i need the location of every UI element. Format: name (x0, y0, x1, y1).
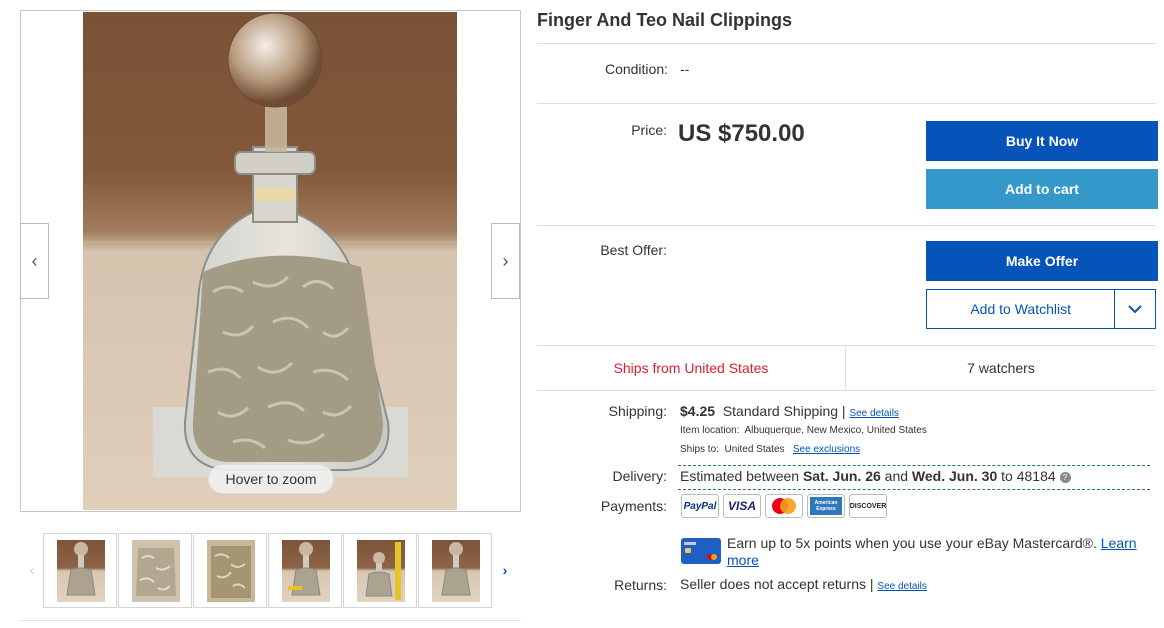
watchers-count: 7 watchers (967, 360, 1035, 376)
next-image-button[interactable]: › (491, 223, 520, 299)
thumbnail-2[interactable] (118, 533, 192, 608)
item-location-value: Albuquerque, New Mexico, United States (744, 425, 927, 436)
thumbnail-strip: ‹ › (20, 533, 521, 609)
main-product-photo[interactable] (83, 12, 457, 510)
thumbnail-image (357, 540, 405, 602)
thumb-prev-button[interactable]: ‹ (23, 555, 41, 585)
delivery-label: Delivery: (612, 468, 667, 484)
thumbnail-4[interactable] (268, 533, 342, 608)
payments-label: Payments: (600, 498, 667, 514)
thumb-next-button[interactable]: › (496, 555, 514, 585)
shipping-service: Standard Shipping | (722, 403, 846, 419)
ships-to-label: Ships to: (680, 444, 719, 455)
returns-policy: Seller does not accept returns | See det… (680, 576, 927, 592)
add-to-watchlist-button[interactable]: Add to Watchlist (927, 290, 1114, 328)
ebay-mastercard-icon (681, 538, 721, 564)
ships-to-value: United States (724, 444, 785, 455)
hover-to-zoom-label: Hover to zoom (208, 464, 334, 494)
thumbnail-1[interactable] (43, 533, 117, 608)
returns-policy-text: Seller does not accept returns | (680, 576, 874, 592)
shipping-cost: $4.25 (680, 403, 716, 419)
prev-image-button[interactable]: ‹ (20, 223, 49, 299)
chevron-left-icon: ‹ (31, 250, 38, 271)
chevron-down-icon (1128, 304, 1142, 313)
delivery-estimate: Estimated between Sat. Jun. 26 and Wed. … (680, 468, 1071, 484)
visa-icon: VISA (723, 494, 761, 518)
returns-see-details-link[interactable]: See details (877, 581, 926, 592)
divider (537, 225, 1156, 226)
dashed-divider (678, 489, 1150, 490)
image-gallery: ‹ › Hover to zoom (20, 10, 521, 512)
divider (537, 43, 1156, 44)
condition-label: Condition: (604, 61, 668, 77)
divider (537, 103, 1156, 104)
shipping-see-details-link[interactable]: See details (849, 408, 898, 419)
thumbnail-3[interactable] (193, 533, 267, 608)
item-price: US $750.00 (678, 120, 805, 147)
watchlist-dropdown-button[interactable] (1114, 290, 1155, 328)
returns-label: Returns: (614, 577, 667, 593)
watchlist-control: Add to Watchlist (926, 289, 1156, 329)
price-label: Price: (631, 122, 667, 138)
divider (20, 620, 521, 621)
delivery-zip: to 48184 (1001, 468, 1056, 484)
paypal-icon: PayPal (681, 494, 719, 518)
item-location: Item location: Albuquerque, New Mexico, … (680, 425, 927, 436)
chevron-left-icon: ‹ (29, 562, 35, 578)
chevron-right-icon: › (502, 562, 508, 578)
dashed-divider (678, 465, 1150, 466)
discover-icon: DISCOVER (849, 494, 887, 518)
shipping-line: $4.25 Standard Shipping | See details (680, 403, 899, 419)
ships-to: Ships to: United States See exclusions (680, 444, 860, 455)
thumbnail-image (57, 540, 105, 602)
thumbnail-6[interactable] (418, 533, 492, 608)
amex-icon: American Express (807, 494, 845, 518)
delivery-date-start: Sat. Jun. 26 (802, 468, 881, 484)
condition-value: -- (680, 61, 690, 77)
best-offer-label: Best Offer: (600, 242, 667, 258)
see-exclusions-link[interactable]: See exclusions (793, 444, 860, 455)
make-offer-button[interactable]: Make Offer (926, 241, 1158, 281)
chevron-right-icon: › (502, 250, 509, 271)
add-to-cart-button[interactable]: Add to cart (926, 169, 1158, 209)
ships-from-text: Ships from United States (537, 346, 846, 390)
delivery-and: and (884, 468, 909, 484)
mastercard-promo-text: Earn up to 5x points when you use your e… (727, 535, 1097, 551)
buy-it-now-button[interactable]: Buy It Now (926, 121, 1158, 161)
glass-bottle-image (153, 12, 408, 477)
mastercard-promo: Earn up to 5x points when you use your e… (727, 535, 1147, 569)
thumbnail-5[interactable] (343, 533, 417, 608)
thumbnail-image (207, 540, 255, 602)
mastercard-icon (765, 494, 803, 518)
delivery-date-end: Wed. Jun. 30 (911, 468, 998, 484)
item-location-label: Item location: (680, 425, 740, 436)
help-icon[interactable]: ? (1059, 471, 1071, 483)
delivery-prefix: Estimated between (680, 468, 800, 484)
item-stats-bar: Ships from United States 7 watchers (537, 345, 1156, 391)
thumbnail-image (282, 540, 330, 602)
thumbnail-image (132, 540, 180, 602)
item-title: Finger And Teo Nail Clippings (537, 10, 792, 30)
shipping-label: Shipping: (608, 403, 667, 419)
thumbnail-image (432, 540, 480, 602)
